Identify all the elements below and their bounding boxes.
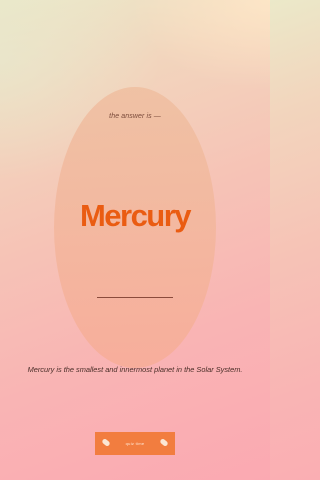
answer-title: Mercury bbox=[79, 198, 192, 233]
answer-prompt: the answer is — bbox=[109, 113, 161, 120]
answer-description: Mercury is the smallest and innermost pl… bbox=[27, 365, 243, 374]
quiz-time-button[interactable]: quiz time bbox=[95, 432, 175, 455]
divider-line bbox=[97, 297, 173, 298]
